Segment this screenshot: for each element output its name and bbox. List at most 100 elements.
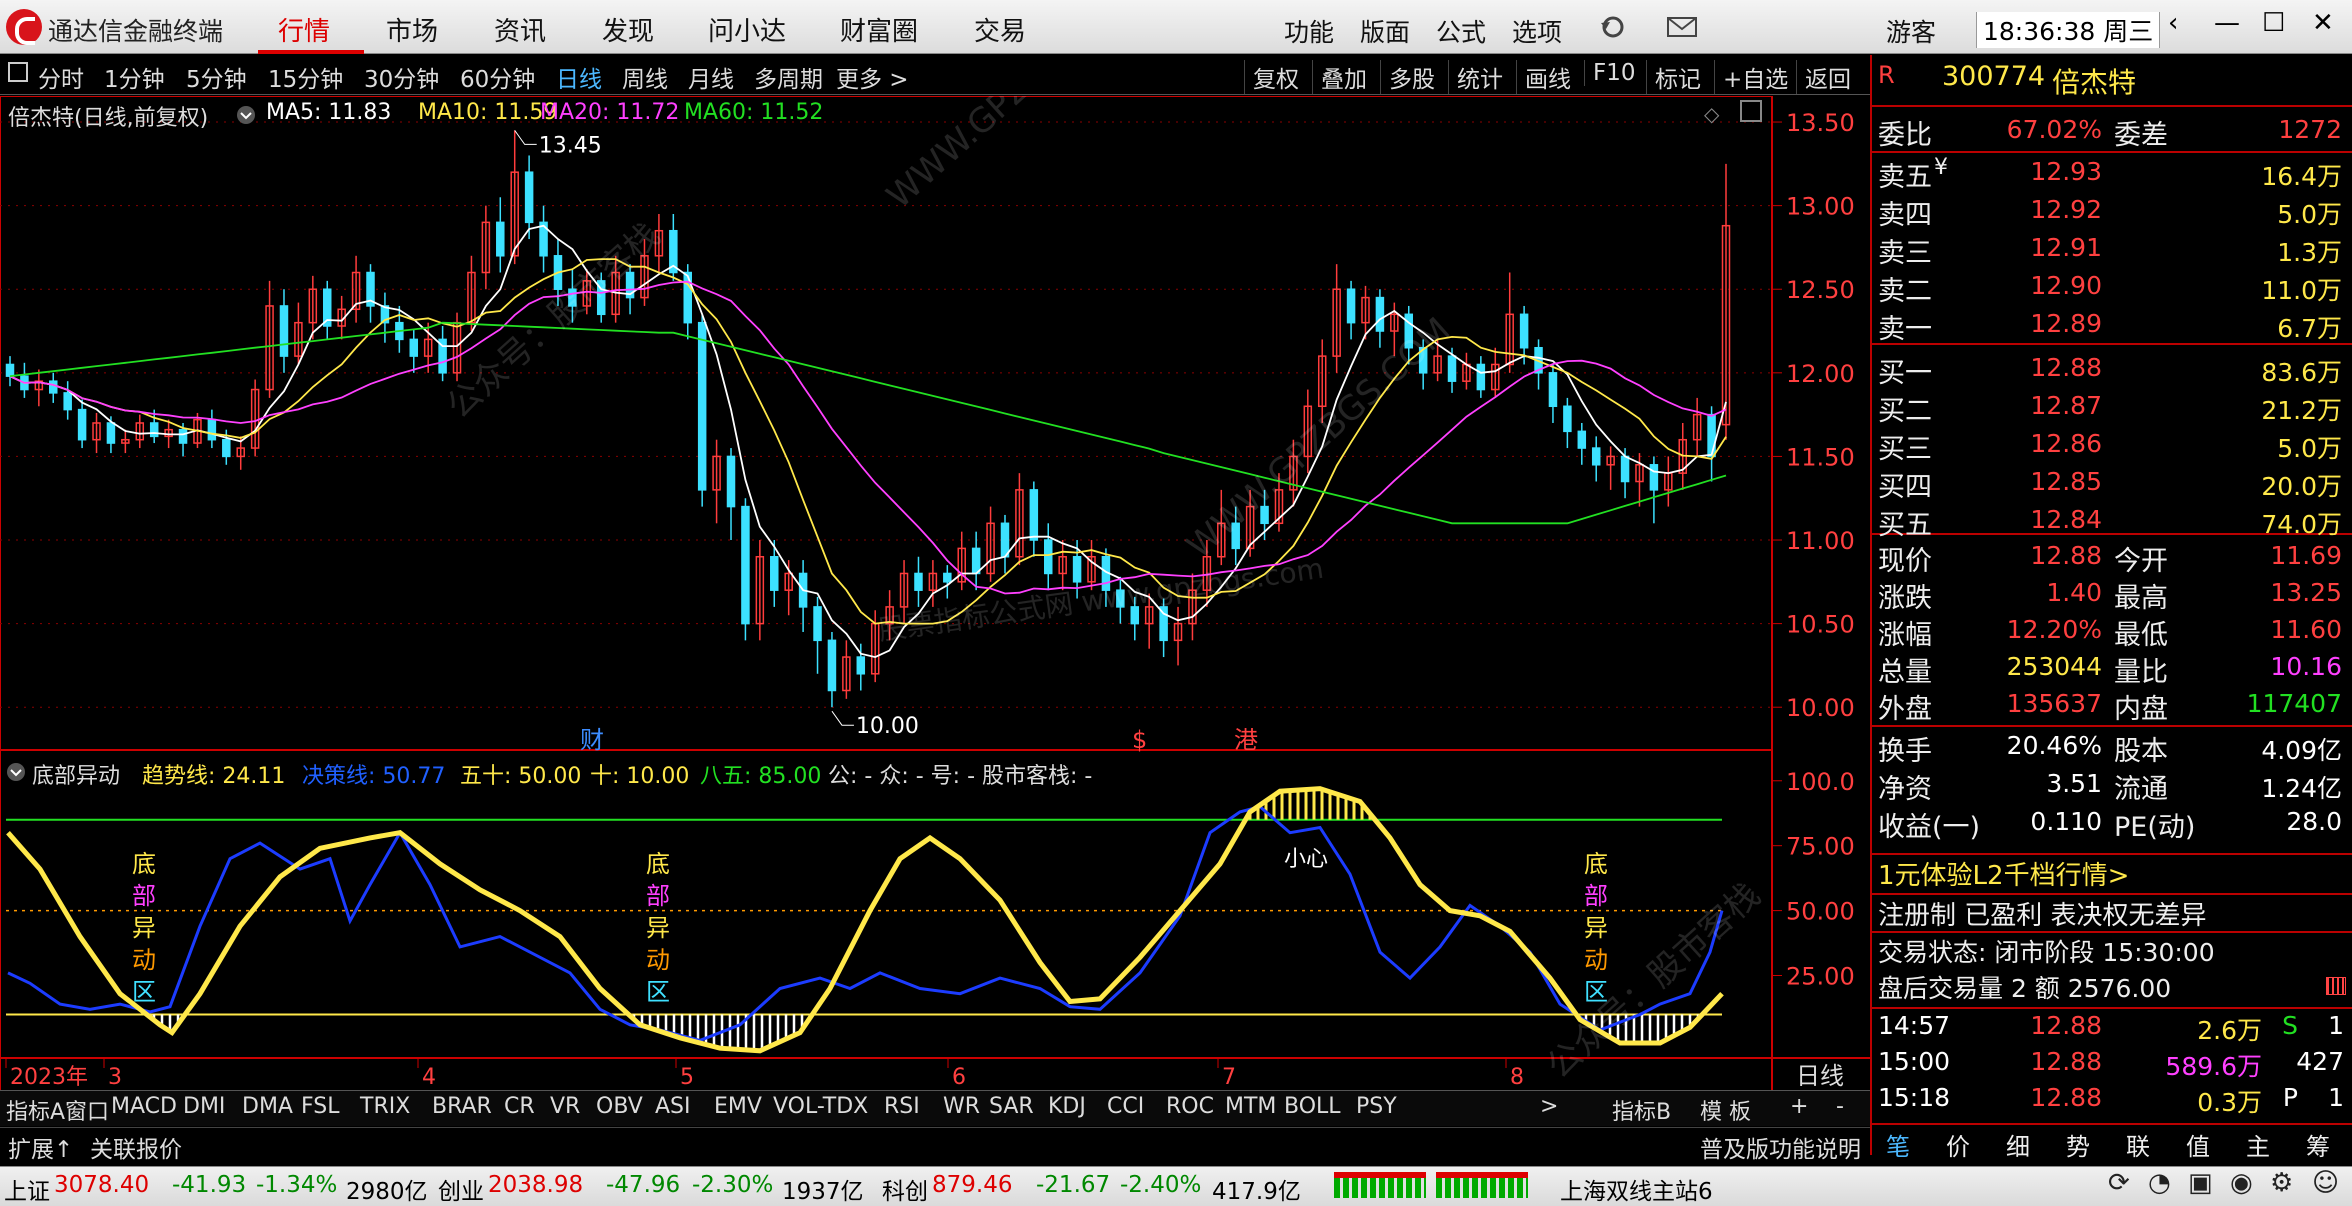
mail-icon[interactable] <box>1666 15 1698 39</box>
indicator-tab-0[interactable]: 指标A <box>6 1094 65 1126</box>
panel-toggle-icon[interactable] <box>8 62 28 82</box>
remove-tab-button[interactable]: - <box>1836 1094 1844 1119</box>
indicator-tab-1[interactable]: 窗口 <box>65 1094 109 1126</box>
template-tab[interactable]: 模 板 <box>1700 1094 1751 1126</box>
detail-tab-0[interactable]: 笔 <box>1886 1127 1910 1162</box>
toolbar-button-6[interactable]: 标记 <box>1646 60 1701 94</box>
indicator-tab-18[interactable]: CCI <box>1107 1094 1144 1119</box>
kline-chart[interactable]: 13.50 13.00 12.50 12.00 11.50 11.00 10.50 10.00… <box>0 96 1870 1096</box>
indicator-tab-5[interactable]: FSL <box>301 1094 340 1119</box>
indicator-tab-3[interactable]: DMI <box>183 1094 225 1119</box>
menu-gongneng[interactable]: 功能 <box>1284 13 1334 49</box>
indicator-tab-12[interactable]: EMV <box>714 1094 762 1119</box>
period-10[interactable]: 更多 > <box>836 60 909 94</box>
refresh-icon[interactable]: ⟳ <box>2108 1168 2130 1198</box>
nav-jiaoyi[interactable]: 交易 <box>974 11 1026 48</box>
detail-tab-2[interactable]: 细 <box>2006 1127 2030 1162</box>
detail-tab-5[interactable]: 值 <box>2186 1127 2210 1162</box>
help-link[interactable]: 普及版功能说明 <box>1700 1130 1861 1164</box>
asks-price-2[interactable]: 12.91 <box>1962 233 2102 262</box>
user-label[interactable]: 游客 <box>1886 13 1936 49</box>
menu-xuanxiang[interactable]: 选项 <box>1512 13 1562 49</box>
asks-price-3[interactable]: 12.90 <box>1962 271 2102 300</box>
nav-zixun[interactable]: 资讯 <box>494 11 546 48</box>
market-breadth-icon[interactable] <box>1334 1172 1426 1198</box>
nav-hangqing[interactable]: 行情 <box>278 11 330 48</box>
maximize-icon[interactable]: ☐ <box>2262 8 2285 38</box>
market-breadth-icon[interactable] <box>1436 1172 1528 1198</box>
nav-caifuquan[interactable]: 财富圈 <box>840 11 918 48</box>
toolbar-button-8[interactable]: 返回 <box>1796 60 1851 94</box>
expand-chart-icon[interactable] <box>1740 100 1762 122</box>
period-4[interactable]: 30分钟 <box>364 60 439 94</box>
wifi-icon[interactable]: ◔ <box>2148 1168 2171 1198</box>
period-3[interactable]: 15分钟 <box>268 60 343 94</box>
indicator-tab-9[interactable]: VR <box>550 1094 580 1119</box>
minimize-icon[interactable]: — <box>2214 8 2240 38</box>
refresh-icon[interactable] <box>1598 14 1628 40</box>
indicator-tab-7[interactable]: BRAR <box>432 1094 492 1119</box>
detail-tab-1[interactable]: 价 <box>1946 1127 1970 1162</box>
diamond-icon[interactable]: ◇ <box>1704 102 1719 126</box>
chevron-down-icon[interactable] <box>6 762 26 782</box>
print-icon[interactable]: ▣ <box>2188 1168 2213 1198</box>
indicator-tab-13[interactable]: VOL-TDX <box>773 1094 868 1119</box>
toolbar-button-2[interactable]: 多股 <box>1380 60 1435 94</box>
toolbar-button-4[interactable]: 画线 <box>1516 60 1571 94</box>
bids-price-2[interactable]: 12.86 <box>1962 429 2102 458</box>
bids-price-3[interactable]: 12.85 <box>1962 467 2102 496</box>
bids-price-1[interactable]: 12.87 <box>1962 391 2102 420</box>
nav-wenxiaoda[interactable]: 问小达 <box>708 11 786 48</box>
indicator-tab-6[interactable]: TRIX <box>360 1094 410 1119</box>
menu-banmian[interactable]: 版面 <box>1360 13 1410 49</box>
asks-price-0[interactable]: 12.93 <box>1962 157 2102 186</box>
user-icon[interactable]: ☺ <box>2312 1168 2339 1198</box>
indicator-tab-21[interactable]: BOLL <box>1284 1094 1341 1119</box>
related-quotes-button[interactable]: 关联报价 <box>90 1130 182 1164</box>
add-tab-button[interactable]: + <box>1790 1094 1808 1119</box>
indicator-tab-2[interactable]: MACD <box>111 1094 177 1119</box>
close-icon[interactable]: ✕ <box>2312 8 2334 38</box>
indicator-tab-17[interactable]: KDJ <box>1048 1094 1086 1119</box>
nav-faxian[interactable]: 发现 <box>602 11 654 48</box>
period-8[interactable]: 月线 <box>688 60 734 94</box>
period-7[interactable]: 周线 <box>622 60 668 94</box>
asks-price-1[interactable]: 12.92 <box>1962 195 2102 224</box>
toolbar-button-3[interactable]: 统计 <box>1448 60 1503 94</box>
expand-button[interactable]: 扩展↑ <box>8 1130 73 1164</box>
chevron-down-icon[interactable] <box>236 105 256 125</box>
nav-shichang[interactable]: 市场 <box>386 11 438 48</box>
l2-promo-link[interactable]: 1元体验L2千档行情> <box>1878 855 2129 892</box>
asks-price-4[interactable]: 12.89 <box>1962 309 2102 338</box>
detail-tab-6[interactable]: 主 <box>2246 1127 2270 1162</box>
period-6[interactable]: 日线 <box>556 60 602 94</box>
toolbar-button-1[interactable]: 叠加 <box>1312 60 1367 94</box>
period-9[interactable]: 多周期 <box>754 60 823 94</box>
indicator-tab-10[interactable]: OBV <box>596 1094 643 1119</box>
period-1[interactable]: 1分钟 <box>104 60 165 94</box>
toolbar-button-7[interactable]: +自选 <box>1714 60 1788 94</box>
period-2[interactable]: 5分钟 <box>186 60 247 94</box>
toolbar-button-5[interactable]: F10 <box>1584 60 1636 86</box>
mini-chart-icon[interactable] <box>2326 977 2346 995</box>
indicator-tab-15[interactable]: WR <box>943 1094 980 1119</box>
indicator-tab-8[interactable]: CR <box>504 1094 535 1119</box>
bids-price-0[interactable]: 12.88 <box>1962 353 2102 382</box>
indicator-tab-20[interactable]: MTM <box>1225 1094 1276 1119</box>
indicator-tab-22[interactable]: PSY <box>1356 1094 1397 1119</box>
bids-price-4[interactable]: 12.84 <box>1962 505 2102 534</box>
detail-tab-4[interactable]: 联 <box>2126 1127 2150 1162</box>
indicator-tab-11[interactable]: ASI <box>655 1094 691 1119</box>
detail-tab-3[interactable]: 势 <box>2066 1127 2090 1162</box>
period-5[interactable]: 60分钟 <box>460 60 535 94</box>
indicator-tab-16[interactable]: SAR <box>989 1094 1034 1119</box>
bell-icon[interactable]: ◉ <box>2230 1168 2253 1198</box>
settings-icon[interactable]: ⚙ <box>2270 1168 2293 1198</box>
indicator-b-tab[interactable]: 指标B <box>1612 1094 1671 1126</box>
indicator-tab-19[interactable]: ROC <box>1166 1094 1214 1119</box>
indicator-tab-14[interactable]: RSI <box>884 1094 920 1119</box>
menu-gongshi[interactable]: 公式 <box>1436 13 1486 49</box>
detail-tab-7[interactable]: 筹 <box>2306 1127 2330 1162</box>
indicator-tab-4[interactable]: DMA <box>242 1094 293 1119</box>
toolbar-button-0[interactable]: 复权 <box>1244 60 1299 94</box>
